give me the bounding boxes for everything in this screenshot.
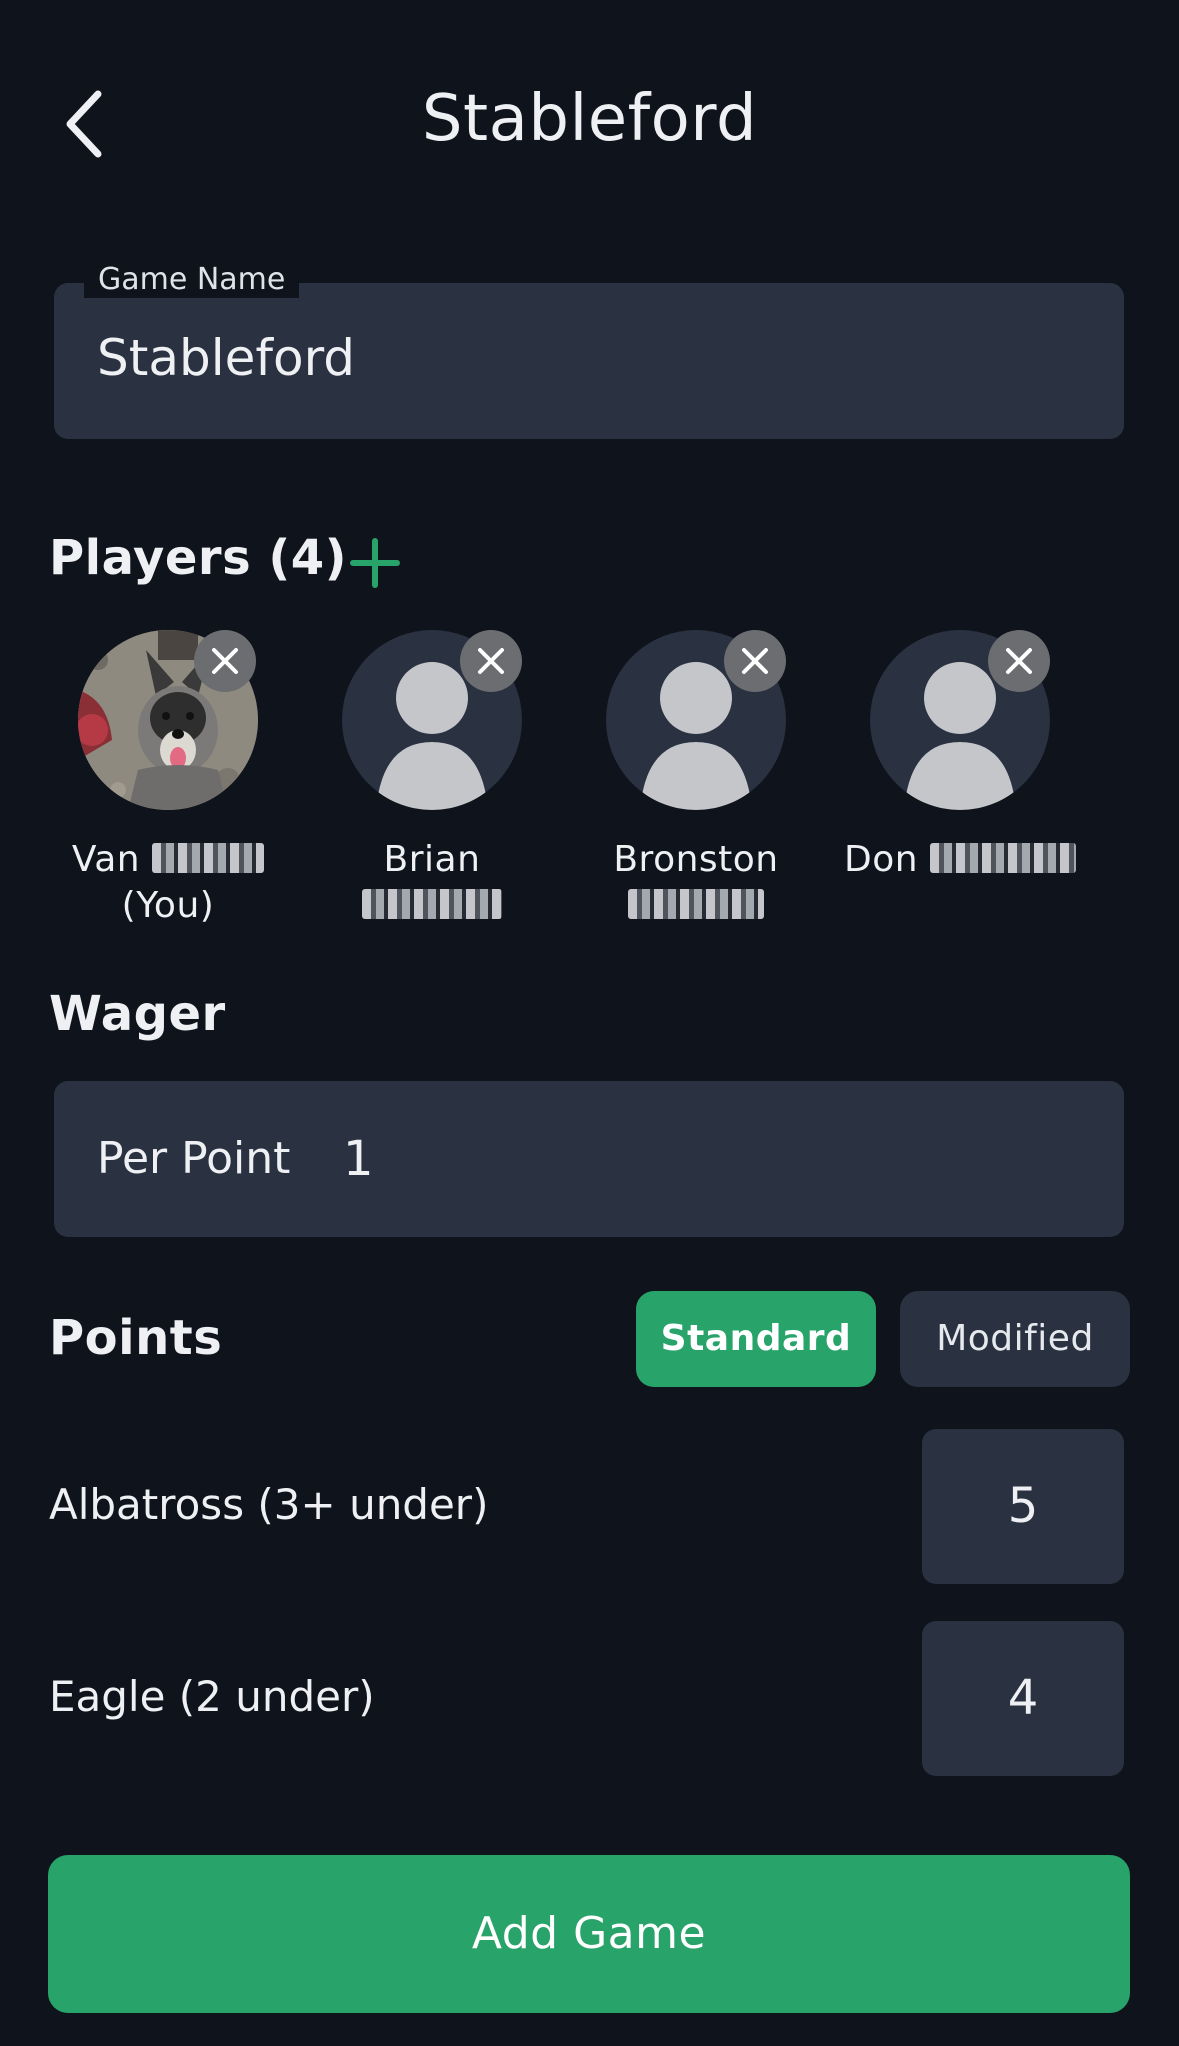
add-game-button[interactable]: Add Game <box>48 1855 1130 2013</box>
close-icon <box>212 648 238 674</box>
remove-player-button[interactable] <box>194 630 256 692</box>
wager-field[interactable]: Per Point 1 <box>54 1081 1124 1237</box>
player-first-name: Brian <box>383 839 481 880</box>
player-first-name: Bronston <box>613 839 779 880</box>
close-icon <box>1006 648 1032 674</box>
add-player-button[interactable] <box>348 536 402 590</box>
eagle-points-input[interactable]: 4 <box>922 1621 1124 1776</box>
redacted-name <box>628 889 764 919</box>
game-name-field[interactable]: Stableford <box>54 283 1124 439</box>
plus-icon <box>350 538 400 588</box>
stableford-screen: Stableford Stableford Game Name Players … <box>0 0 1179 2046</box>
remove-player-button[interactable] <box>724 630 786 692</box>
player-name: Brian <box>312 837 552 929</box>
per-point-input[interactable]: 1 <box>343 1131 374 1187</box>
wager-title: Wager <box>49 986 226 1042</box>
player-name: Van (You) <box>48 837 288 929</box>
player-name: Don <box>840 837 1080 883</box>
player-first-name: Don <box>843 839 919 880</box>
per-point-label: Per Point <box>97 1133 291 1184</box>
standard-toggle-button[interactable]: Standard <box>636 1291 876 1387</box>
player-first-name: Van <box>71 839 141 880</box>
close-icon <box>478 648 504 674</box>
redacted-name <box>152 843 265 873</box>
points-title: Points <box>49 1310 223 1366</box>
remove-player-button[interactable] <box>988 630 1050 692</box>
game-name-value[interactable]: Stableford <box>97 329 355 387</box>
redacted-name <box>930 843 1076 873</box>
albatross-label: Albatross (3+ under) <box>49 1480 489 1529</box>
player-you-label: (You) <box>121 885 215 926</box>
remove-player-button[interactable] <box>460 630 522 692</box>
game-name-label: Game Name <box>84 262 300 298</box>
albatross-points-input[interactable]: 5 <box>922 1429 1124 1584</box>
player-name: Bronston <box>576 837 816 929</box>
page-title: Stableford <box>421 82 758 156</box>
modified-toggle-button[interactable]: Modified <box>900 1291 1130 1387</box>
close-icon <box>742 648 768 674</box>
eagle-label: Eagle (2 under) <box>49 1672 375 1721</box>
redacted-name <box>362 889 502 919</box>
players-title: Players (4) <box>49 530 348 586</box>
